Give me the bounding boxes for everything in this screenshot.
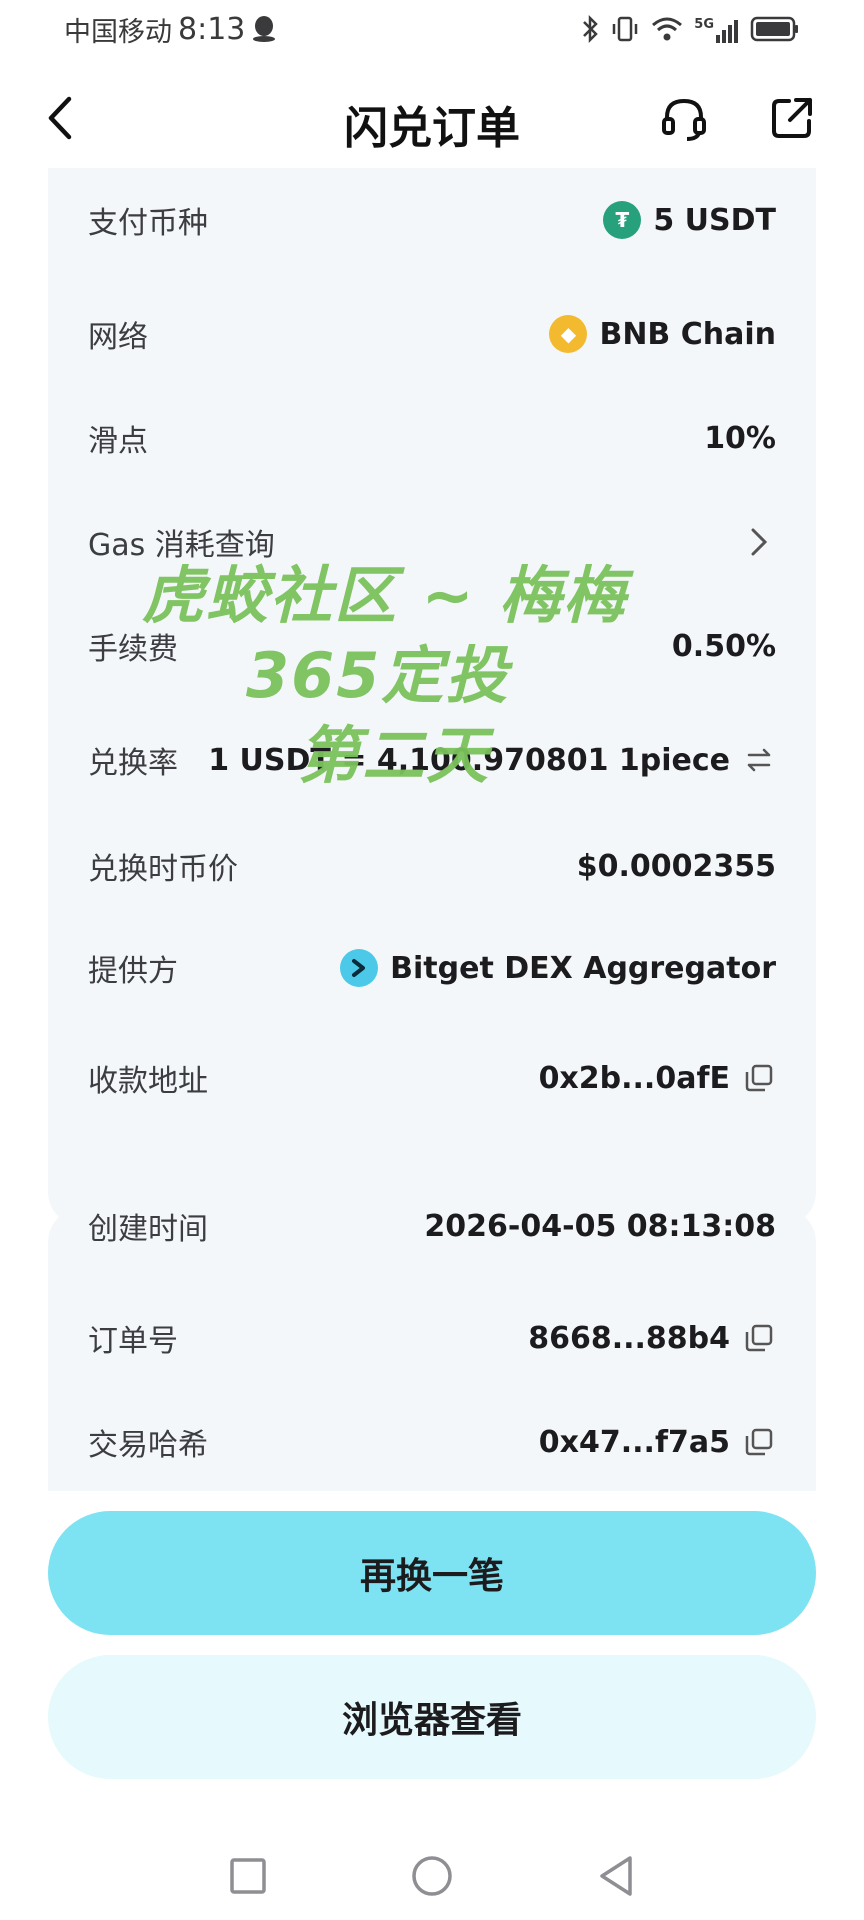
- system-nav-bar: [0, 1830, 864, 1920]
- view-in-explorer-button[interactable]: 浏览器查看: [48, 1655, 816, 1779]
- order-number-row: 订单号 8668...88b4: [88, 1298, 776, 1378]
- row-value: 0x2b...0afE: [539, 1061, 776, 1096]
- row-label: 创建时间: [88, 1212, 208, 1247]
- bnb-icon: ◆: [549, 315, 588, 353]
- row-label: 提供方: [88, 954, 178, 989]
- receive-address-row: 收款地址 0x2b...0afE: [88, 1038, 776, 1118]
- swap-again-button[interactable]: 再换一笔: [48, 1511, 816, 1635]
- pay-currency-value: 5 USDT: [653, 202, 776, 238]
- cellular-icon: 5G: [694, 17, 740, 45]
- home-button[interactable]: [404, 1848, 460, 1904]
- order-meta-card: 创建时间 2026-04-05 08:13:08 订单号 8668...88b4…: [48, 1208, 816, 1491]
- slippage-value: 10%: [704, 420, 776, 456]
- fee-value: 0.50%: [671, 628, 776, 664]
- row-value: ₮ 5 USDT: [603, 201, 776, 239]
- recents-button[interactable]: [220, 1848, 276, 1904]
- row-label: 网络: [88, 320, 148, 355]
- row-value: 0x47...f7a5: [539, 1425, 776, 1460]
- row-label: 兑换率: [88, 746, 178, 781]
- receive-address-value: 0x2b...0afE: [538, 1060, 730, 1096]
- provider-row: 提供方 Bitget DEX Aggregator: [88, 928, 776, 1008]
- status-right: 5G: [580, 14, 800, 48]
- bluetooth-icon: [580, 14, 600, 48]
- nav-back-button[interactable]: [588, 1848, 644, 1904]
- triangle-back-icon: [600, 1856, 632, 1896]
- screen: 中国移动 8:13 5G 闪兑订单 支付币种 ₮ 5 USDT 网络 ◆ BNB…: [0, 0, 864, 1920]
- swap-icon[interactable]: [742, 743, 776, 777]
- created-time-value: 2026-04-05 08:13:08: [424, 1208, 776, 1244]
- row-value: Bitget DEX Aggregator: [340, 949, 776, 987]
- copy-icon[interactable]: [742, 1061, 776, 1095]
- pay-currency-row: 支付币种 ₮ 5 USDT: [88, 180, 776, 260]
- slippage-row: 滑点 10%: [88, 398, 776, 478]
- share-icon: [772, 98, 812, 138]
- status-left: 中国移动 8:13: [64, 10, 277, 49]
- row-label: 手续费: [88, 632, 178, 667]
- share-button[interactable]: [764, 90, 820, 146]
- network-type-label: 5G: [694, 17, 714, 32]
- status-time: 8:13: [178, 12, 246, 47]
- network-row: 网络 ◆ BNB Chain: [88, 294, 776, 374]
- row-value: ◆ BNB Chain: [549, 315, 776, 353]
- row-label: 收款地址: [88, 1064, 208, 1099]
- price-value: $0.0002355: [576, 848, 776, 884]
- copy-icon[interactable]: [742, 1425, 776, 1459]
- headset-icon: [662, 98, 706, 141]
- carrier-name: 中国移动: [64, 17, 172, 48]
- network-value: BNB Chain: [599, 316, 776, 352]
- vibrate-icon: [610, 14, 640, 48]
- row-label: 滑点: [88, 424, 148, 459]
- row-value: 8668...88b4: [528, 1321, 776, 1356]
- wifi-icon: [650, 15, 684, 47]
- tx-hash-value: 0x47...f7a5: [538, 1424, 730, 1460]
- notification-icon: [251, 14, 277, 46]
- row-label: 订单号: [88, 1324, 178, 1359]
- row-label: 兑换时币价: [88, 852, 238, 887]
- exchange-info-card: 兑换率 1 USDT = 4,100.970801 1piece 兑换时币价 $…: [48, 726, 816, 1226]
- page-title: 闪兑订单: [344, 103, 520, 154]
- circle-icon: [412, 1856, 452, 1896]
- usdt-icon: ₮: [603, 201, 642, 239]
- rate-time-price-row: 兑换时币价 $0.0002355: [88, 826, 776, 906]
- provider-logo-icon: [340, 949, 379, 987]
- row-value: 1 USDT = 4,100.970801 1piece: [208, 743, 776, 778]
- row-label: 支付币种: [88, 206, 208, 241]
- battery-icon: [750, 15, 800, 47]
- fee-row: 手续费 0.50%: [88, 606, 776, 686]
- created-time-row: 创建时间 2026-04-05 08:13:08: [88, 1186, 776, 1266]
- order-detail-content[interactable]: 支付币种 ₮ 5 USDT 网络 ◆ BNB Chain 滑点 10% Gas …: [0, 168, 864, 1491]
- exchange-rate-row: 兑换率 1 USDT = 4,100.970801 1piece: [88, 720, 776, 800]
- exchange-rate-value: 1 USDT = 4,100.970801 1piece: [208, 742, 730, 778]
- row-label: Gas 消耗查询: [88, 528, 275, 563]
- customer-support-button[interactable]: [656, 90, 712, 146]
- gas-query-row[interactable]: Gas 消耗查询: [88, 502, 776, 582]
- chevron-right-icon: [742, 525, 776, 559]
- app-header: 闪兑订单: [0, 68, 864, 168]
- order-number-value: 8668...88b4: [528, 1320, 730, 1356]
- provider-value: Bitget DEX Aggregator: [390, 950, 776, 986]
- status-bar: 中国移动 8:13 5G: [0, 0, 864, 60]
- copy-icon[interactable]: [742, 1321, 776, 1355]
- row-label: 交易哈希: [88, 1428, 208, 1463]
- square-icon: [230, 1858, 266, 1894]
- tx-hash-row: 交易哈希 0x47...f7a5: [88, 1402, 776, 1482]
